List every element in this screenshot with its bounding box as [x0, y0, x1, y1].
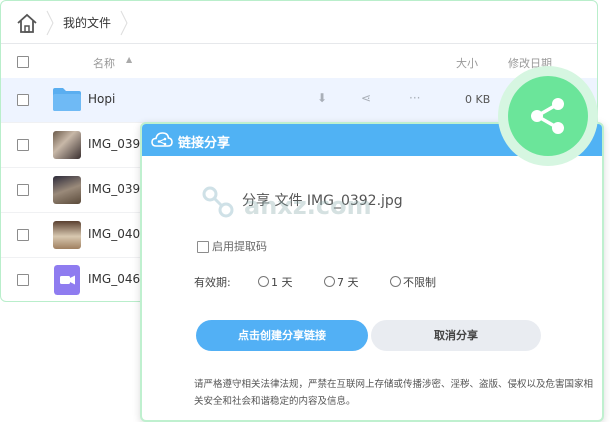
option-label: 1 天 — [271, 276, 293, 289]
file-name[interactable]: Hopi — [88, 92, 115, 106]
sort-asc-icon[interactable]: ▲ — [126, 55, 132, 64]
radio-button[interactable] — [324, 276, 335, 287]
breadcrumb: 我的文件 — [1, 1, 597, 44]
share-icon — [531, 98, 564, 134]
chevron-right-icon — [120, 10, 128, 36]
share-fab[interactable] — [498, 66, 598, 166]
column-name[interactable]: 名称 — [93, 55, 115, 71]
video-file-icon — [54, 265, 80, 295]
image-thumbnail — [53, 221, 81, 249]
breadcrumb-current[interactable]: 我的文件 — [63, 14, 111, 31]
enable-code-label[interactable]: 启用提取码 — [212, 238, 267, 254]
row-checkbox[interactable] — [17, 184, 29, 196]
select-all-checkbox[interactable] — [17, 56, 29, 68]
file-name[interactable]: IMG_0464 — [88, 272, 148, 286]
row-checkbox[interactable] — [17, 94, 29, 106]
file-name[interactable]: IMG_0392 — [88, 182, 148, 196]
image-thumbnail — [53, 176, 81, 204]
home-icon[interactable] — [15, 12, 39, 34]
file-name[interactable]: IMG_0409 — [88, 227, 148, 241]
download-icon[interactable]: ⬇ — [317, 91, 327, 105]
validity-label: 有效期: — [194, 276, 231, 289]
option-7-days[interactable]: 7 天 — [324, 274, 359, 290]
file-size: 0 KB — [465, 93, 491, 106]
share-fab-inner[interactable] — [508, 76, 588, 156]
create-link-button[interactable]: 点击创建分享链接 — [196, 320, 368, 351]
column-size[interactable]: 大小 — [456, 55, 478, 71]
link-share-dialog: 链接分享 分享 文件 IMG_0392.jpg 启用提取码 有效期: 1 天 7… — [140, 122, 604, 422]
row-checkbox[interactable] — [17, 274, 29, 286]
share-icon[interactable]: ⋖ — [361, 91, 371, 105]
folder-icon — [53, 88, 81, 111]
share-file-text: 分享 文件 IMG_0392.jpg — [242, 193, 403, 209]
more-icon[interactable]: ··· — [409, 91, 420, 105]
radio-button[interactable] — [390, 276, 401, 287]
cloud-share-icon — [151, 132, 173, 147]
table-header: 名称 ▲ 大小 修改日期 — [1, 44, 597, 78]
option-unlimited[interactable]: 不限制 — [390, 274, 436, 290]
option-label: 不限制 — [403, 276, 436, 289]
cancel-share-button[interactable]: 取消分享 — [371, 320, 541, 351]
dialog-title: 链接分享 — [178, 136, 231, 151]
row-checkbox[interactable] — [17, 229, 29, 241]
image-thumbnail — [53, 131, 81, 159]
option-1-day[interactable]: 1 天 — [258, 274, 293, 290]
radio-button[interactable] — [258, 276, 269, 287]
row-checkbox[interactable] — [17, 139, 29, 151]
chevron-right-icon — [46, 10, 54, 36]
enable-code-checkbox[interactable] — [197, 241, 209, 253]
file-name[interactable]: IMG_0390 — [88, 137, 148, 151]
legal-notice: 请严格遵守相关法律法规，严禁在互联网上存储或传播涉密、淫秽、盗版、侵权以及危害国… — [194, 379, 594, 407]
option-label: 7 天 — [337, 276, 359, 289]
